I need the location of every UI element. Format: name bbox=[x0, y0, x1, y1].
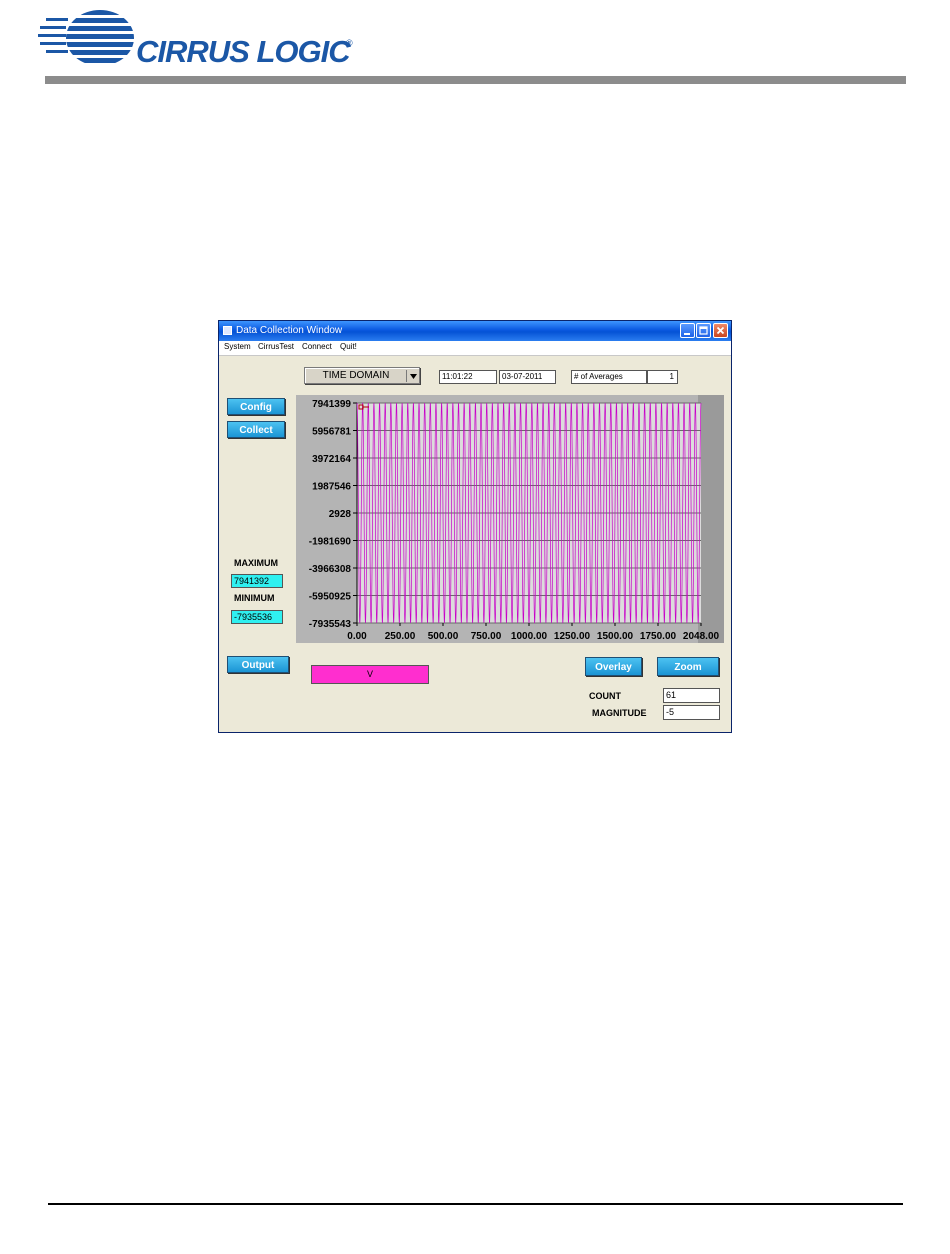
x-tick-label: 250.00 bbox=[385, 631, 416, 642]
menu-cirrustest[interactable]: CirrusTest bbox=[258, 342, 294, 351]
x-tick-label: 2048.00 bbox=[683, 631, 720, 642]
averages-label: # of Averages bbox=[571, 370, 647, 384]
config-button[interactable]: Config bbox=[227, 398, 285, 415]
time-field[interactable]: 11:01:22 bbox=[439, 370, 497, 384]
x-tick-label: 1500.00 bbox=[597, 631, 634, 642]
x-tick-label: 500.00 bbox=[428, 631, 459, 642]
maximum-value: 7941392 bbox=[231, 574, 283, 588]
count-field[interactable]: 61 bbox=[663, 688, 720, 703]
y-tick-label: 7941399 bbox=[312, 399, 351, 410]
date-field[interactable]: 03-07-2011 bbox=[499, 370, 556, 384]
chart-svg: 7941399 5956781 3972164 1987546 2928 -1981690… bbox=[296, 395, 724, 643]
collect-button[interactable]: Collect bbox=[227, 421, 285, 438]
window-title: Data Collection Window bbox=[236, 325, 343, 336]
maximize-button[interactable] bbox=[696, 323, 711, 338]
output-button[interactable]: Output bbox=[227, 656, 289, 673]
brand-name: CIRRUS LOGIC bbox=[136, 34, 351, 69]
minimize-button[interactable] bbox=[680, 323, 695, 338]
x-tick-label: 750.00 bbox=[471, 631, 502, 642]
window-menu-icon[interactable] bbox=[223, 326, 232, 335]
menu-quit[interactable]: Quit! bbox=[340, 342, 357, 351]
magnitude-field[interactable]: -5 bbox=[663, 705, 720, 720]
x-tick-label: 0.00 bbox=[347, 631, 367, 642]
y-tick-label: -5950925 bbox=[309, 592, 352, 603]
zoom-button[interactable]: Zoom bbox=[657, 657, 719, 676]
menu-bar: System CirrusTest Connect Quit! bbox=[219, 341, 731, 356]
count-label: COUNT bbox=[589, 691, 621, 701]
x-tick-label: 1000.00 bbox=[511, 631, 548, 642]
chevron-down-icon bbox=[406, 370, 417, 382]
y-tick-label: 5956781 bbox=[312, 427, 351, 438]
channel-indicator[interactable]: V bbox=[311, 665, 429, 684]
y-tick-label: -3966308 bbox=[309, 564, 352, 575]
title-bar[interactable]: Data Collection Window bbox=[219, 321, 731, 341]
minimum-value: -7935536 bbox=[231, 610, 283, 624]
x-tick-label: 1250.00 bbox=[554, 631, 591, 642]
menu-connect[interactable]: Connect bbox=[302, 342, 332, 351]
domain-select[interactable]: TIME DOMAIN bbox=[304, 367, 420, 384]
close-button[interactable] bbox=[713, 323, 728, 338]
cirrus-logo-icon bbox=[38, 10, 134, 63]
domain-select-value: TIME DOMAIN bbox=[322, 370, 390, 381]
y-tick-label: 3972164 bbox=[312, 454, 351, 465]
chart-frame-edge bbox=[698, 395, 724, 643]
y-tick-label: -7935543 bbox=[309, 619, 352, 630]
y-tick-label: 2928 bbox=[329, 509, 352, 520]
y-tick-label: 1987546 bbox=[312, 482, 351, 493]
minimum-label: MINIMUM bbox=[234, 593, 275, 603]
overlay-button[interactable]: Overlay bbox=[585, 657, 642, 676]
x-tick-label: 1750.00 bbox=[640, 631, 677, 642]
maximum-label: MAXIMUM bbox=[234, 558, 278, 568]
averages-input[interactable]: 1 bbox=[647, 370, 678, 384]
time-domain-chart: 7941399 5956781 3972164 1987546 2928 -1981690… bbox=[296, 395, 724, 643]
header-rule bbox=[45, 76, 906, 84]
magnitude-label: MAGNITUDE bbox=[592, 708, 647, 718]
footer-rule bbox=[48, 1203, 903, 1205]
data-collection-window: Data Collection Window System CirrusTest… bbox=[218, 320, 732, 733]
menu-system[interactable]: System bbox=[224, 342, 251, 351]
registered-mark: ® bbox=[346, 38, 353, 48]
y-tick-label: -1981690 bbox=[309, 537, 352, 548]
